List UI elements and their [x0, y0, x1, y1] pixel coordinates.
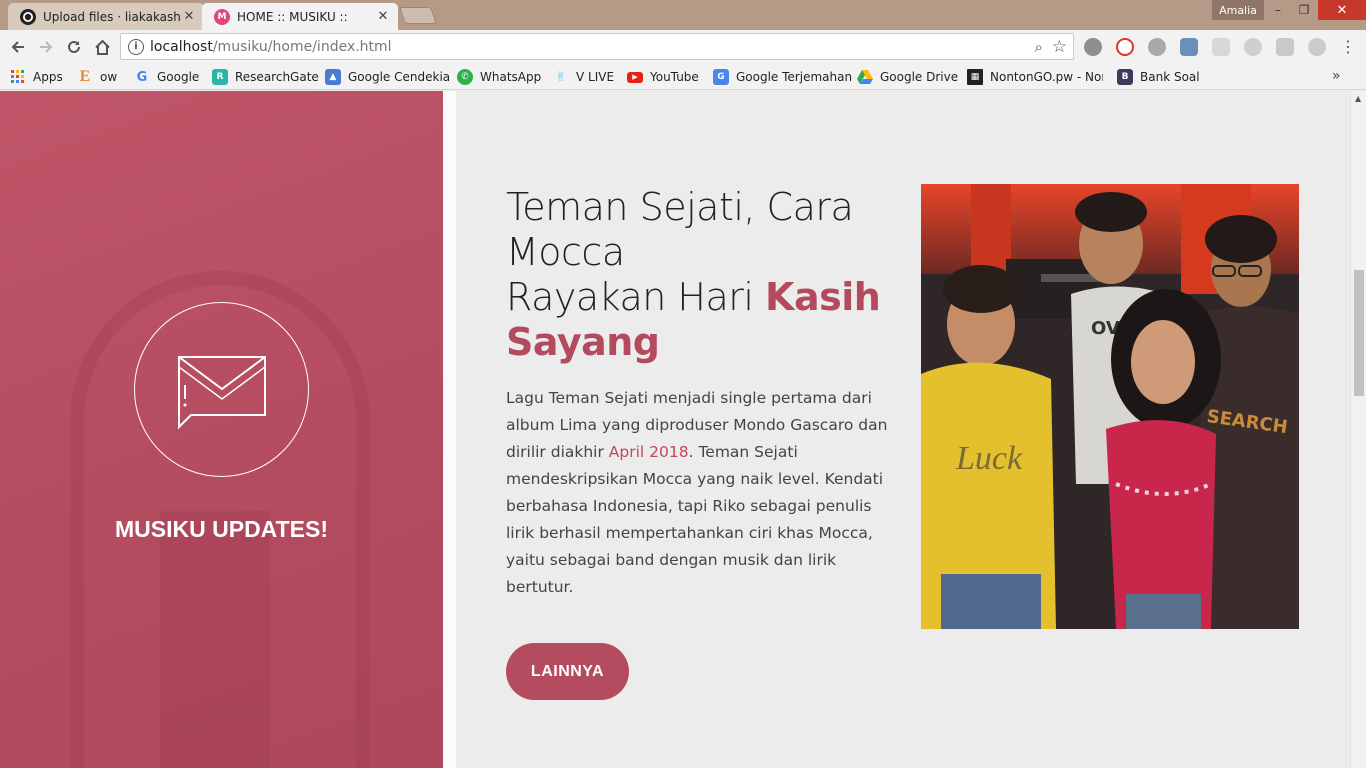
- apps-grid-icon: [10, 69, 26, 85]
- chrome-menu-icon[interactable]: ⋮: [1340, 38, 1356, 56]
- page-viewport: MUSIKU UPDATES! Teman Sejati, Cara Mocca…: [0, 91, 1350, 768]
- extension-page-icon[interactable]: [1212, 38, 1230, 56]
- panel-divider: [443, 91, 456, 768]
- bookmark-vlive[interactable]: ✌ V LIVE: [553, 68, 615, 86]
- vlive-icon: ✌: [555, 69, 567, 85]
- headline-line-2: Mocca: [506, 230, 625, 274]
- youtube-icon: ▶: [627, 71, 643, 83]
- bookmark-star-icon[interactable]: ☆: [1052, 37, 1067, 57]
- browser-toolbar: i localhost/musiku/home/index.html ⌕ ☆ ⋮: [0, 30, 1366, 64]
- bookmark-apps[interactable]: Apps: [10, 68, 63, 86]
- bookmark-label: ResearchGate: [235, 70, 319, 84]
- home-icon[interactable]: [91, 36, 113, 58]
- article-headline: Teman Sejati, Cara Mocca Rayakan Hari Ka…: [506, 185, 891, 365]
- article-body: Lagu Teman Sejati menjadi single pertama…: [506, 385, 891, 601]
- extension-block-icon[interactable]: [1116, 38, 1134, 56]
- bookmarks-overflow-icon[interactable]: »: [1332, 68, 1341, 84]
- news-article: Teman Sejati, Cara Mocca Rayakan Hari Ka…: [506, 185, 891, 601]
- headline-line-3: Rayakan Hari: [506, 275, 766, 319]
- profile-button[interactable]: Amalia: [1212, 0, 1264, 20]
- bookmarks-bar: Apps E ow G Google R ResearchGate ▲ Goog…: [0, 64, 1366, 90]
- film-icon: ▦: [967, 69, 983, 85]
- back-arrow-icon[interactable]: [7, 36, 29, 58]
- bookmark-label: WhatsApp: [480, 70, 542, 84]
- headline-highlight: Kasih: [765, 275, 881, 319]
- bookmark-ow[interactable]: E ow: [77, 68, 118, 86]
- bookmark-label: Google Terjemahan: [736, 70, 853, 84]
- bookmark-bank-soal[interactable]: B Bank Soal: [1117, 68, 1200, 86]
- extension-pdf-icon[interactable]: [1276, 38, 1294, 56]
- bookmark-label: NontonGO.pw - Nor: [990, 70, 1103, 84]
- bookmark-label: Google Drive: [880, 70, 959, 84]
- envelope-circle: [134, 302, 309, 477]
- restore-button[interactable]: ❐: [1290, 0, 1318, 20]
- tab-upload-files[interactable]: Upload files · liakakashi/A ✕: [8, 3, 204, 30]
- bookmark-google[interactable]: G Google: [134, 68, 200, 86]
- headline-highlight: Sayang: [506, 320, 660, 364]
- more-button[interactable]: LAINNYA: [506, 643, 629, 700]
- address-path: /musiku/home/index.html: [212, 38, 392, 55]
- extension-shield-icon[interactable]: [1084, 38, 1102, 56]
- translate-icon: G: [713, 69, 729, 85]
- bookmark-label: ow: [100, 70, 118, 84]
- bookmark-nontongo[interactable]: ▦ NontonGO.pw - Nor: [967, 68, 1103, 86]
- body-text-end: . Teman Sejati mendeskripsikan Mocca yan…: [506, 443, 884, 596]
- tab-home-musiku[interactable]: M HOME :: MUSIKU :: ✕: [202, 3, 398, 30]
- address-host: localhost: [150, 38, 213, 55]
- google-icon: G: [136, 69, 148, 85]
- bookmark-google-cendekia[interactable]: ▲ Google Cendekia: [325, 68, 450, 86]
- new-tab-button[interactable]: [398, 7, 438, 24]
- github-icon: [20, 8, 36, 25]
- bookmark-label: Google: [157, 70, 200, 84]
- shirt-text: Luck: [955, 440, 1023, 477]
- date-link[interactable]: April 2018: [609, 443, 689, 461]
- page-scrollbar[interactable]: ▲: [1350, 91, 1366, 768]
- researchgate-icon: R: [212, 69, 228, 85]
- bookmark-researchgate[interactable]: R ResearchGate: [212, 68, 319, 86]
- bookmark-label: Bank Soal: [1140, 70, 1200, 84]
- bookmark-google-drive[interactable]: Google Drive: [857, 68, 958, 86]
- window-close-button[interactable]: ✕: [1318, 0, 1366, 20]
- minimize-button[interactable]: –: [1264, 0, 1292, 20]
- drive-icon: [857, 69, 873, 85]
- musiku-favicon-icon: M: [214, 8, 230, 25]
- scholar-icon: ▲: [325, 69, 341, 85]
- bookmark-whatsapp[interactable]: ✆ WhatsApp: [457, 68, 541, 86]
- bookmark-google-terjemahan[interactable]: G Google Terjemahan: [713, 68, 852, 86]
- scrollbar-thumb[interactable]: [1354, 270, 1364, 396]
- whatsapp-icon: ✆: [457, 69, 473, 85]
- tab-title: HOME :: MUSIKU ::: [237, 9, 348, 24]
- extension-cloud-icon[interactable]: [1148, 38, 1166, 56]
- reload-icon[interactable]: [63, 36, 85, 58]
- b-icon: B: [1117, 69, 1133, 85]
- scroll-up-icon[interactable]: ▲: [1355, 94, 1361, 103]
- bookmark-label: YouTube: [650, 70, 699, 84]
- headline-line-1: Teman Sejati, Cara: [506, 185, 854, 229]
- tab-title: Upload files · liakakashi/A: [43, 9, 182, 24]
- updates-title: MUSIKU UPDATES!: [115, 516, 328, 542]
- extension-globe-icon[interactable]: [1308, 38, 1326, 56]
- bookmark-label: Apps: [33, 70, 63, 84]
- bookmark-label: V LIVE: [576, 70, 615, 84]
- band-photo: Luck OVL SEARCH: [921, 184, 1299, 629]
- tab-close-icon[interactable]: ✕: [182, 9, 196, 24]
- extension-clipboard-icon[interactable]: [1180, 38, 1198, 56]
- e-icon: E: [79, 68, 91, 85]
- address-bar[interactable]: i localhost/musiku/home/index.html ⌕ ☆: [120, 33, 1074, 60]
- extension-gear-icon[interactable]: [1244, 38, 1262, 56]
- zoom-icon[interactable]: ⌕: [1035, 38, 1043, 56]
- background-texture: [160, 511, 270, 768]
- updates-panel: MUSIKU UPDATES!: [0, 91, 443, 768]
- bookmark-youtube[interactable]: ▶ YouTube: [627, 68, 699, 86]
- tab-strip: Upload files · liakakashi/A ✕ M HOME :: …: [0, 0, 1366, 30]
- envelope-icon: [178, 356, 266, 429]
- forward-arrow-icon[interactable]: [35, 36, 57, 58]
- site-info-icon[interactable]: i: [128, 38, 144, 55]
- bookmark-label: Google Cendekia: [348, 70, 451, 84]
- tab-close-icon[interactable]: ✕: [376, 9, 390, 24]
